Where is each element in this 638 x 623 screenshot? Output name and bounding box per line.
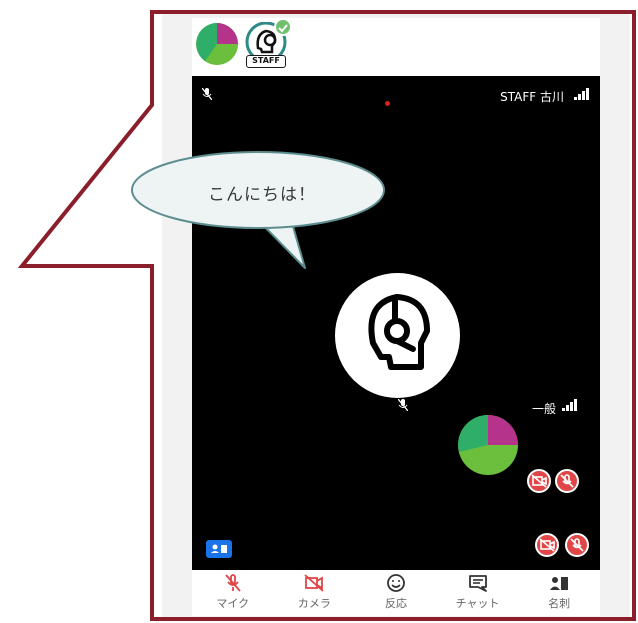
video-area: STAFF 古川 一般 — [192, 76, 600, 570]
bottom-toolbar: マイク カメラ 反応 チャット 名刺 — [192, 570, 600, 616]
business-card-button[interactable] — [206, 540, 232, 558]
mic-off-icon — [225, 574, 241, 592]
mic-muted-icon — [398, 399, 408, 411]
mic-muted-icon — [202, 88, 212, 100]
signal-strength-icon — [574, 88, 589, 100]
toolbar-label: マイク — [216, 597, 250, 610]
speech-bubble-text: こんにちは！ — [208, 185, 316, 205]
chat-icon — [468, 575, 487, 592]
toolbar-label: チャット — [455, 597, 500, 610]
verified-check-icon — [274, 18, 292, 36]
participant-pie-avatar — [458, 415, 518, 475]
camera-off-icon — [527, 469, 551, 493]
main-participant-label: STAFF 古川 — [500, 90, 564, 104]
camera-button[interactable]: カメラ — [274, 570, 356, 616]
chat-button[interactable]: チャット — [437, 570, 519, 616]
staff-tag: STAFF — [246, 55, 286, 68]
reaction-button[interactable]: 反応 — [355, 570, 437, 616]
participant-avatar-bar: STAFF — [192, 18, 600, 76]
toolbar-label: カメラ — [297, 597, 331, 610]
business-card-icon — [550, 577, 569, 590]
second-participant-label: 一般 — [531, 402, 556, 416]
mic-off-icon — [555, 469, 579, 493]
camera-off-icon — [304, 574, 324, 592]
business-card-toolbar-button[interactable]: 名刺 — [518, 570, 600, 616]
smiley-icon — [387, 574, 405, 592]
staff-avatar[interactable]: STAFF — [244, 18, 292, 68]
staff-headset-avatar — [335, 273, 460, 398]
mic-off-icon — [565, 533, 589, 557]
participant-pie-avatar[interactable] — [195, 22, 239, 66]
signal-strength-icon — [562, 399, 577, 411]
business-card-icon — [211, 544, 227, 553]
toolbar-label: 反応 — [384, 597, 407, 610]
recording-indicator — [385, 101, 390, 106]
camera-off-icon — [535, 533, 559, 557]
mic-button[interactable]: マイク — [192, 570, 274, 616]
toolbar-label: 名刺 — [548, 597, 571, 610]
screen: STAFF STAFF 古川 一般 こんにちは！ マイク カメラ 反応 チャット… — [0, 0, 638, 623]
